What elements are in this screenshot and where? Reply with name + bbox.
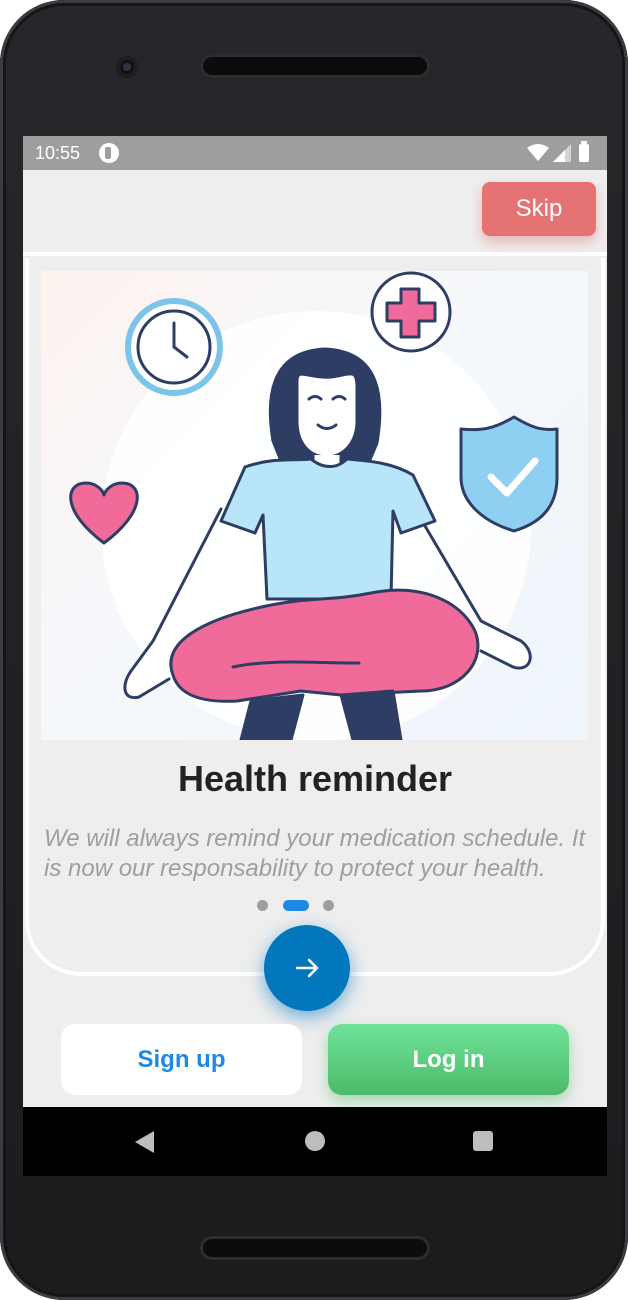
slide-description: We will always remind your medication sc…	[44, 825, 586, 882]
system-nav-bar	[23, 1107, 607, 1176]
status-bar: 10:55	[23, 136, 607, 170]
wifi-icon	[527, 144, 549, 161]
medical-cross-icon	[370, 271, 452, 353]
device-frame: 10:55 Skip Health reminder We will alway…	[0, 0, 628, 1300]
page-dot-3[interactable]	[323, 900, 334, 911]
app-screen: 10:55 Skip Health reminder We will alway…	[23, 136, 607, 1176]
clock-icon	[125, 298, 223, 396]
page-indicator	[257, 899, 337, 911]
battery-icon	[579, 141, 589, 162]
top-speaker	[200, 54, 430, 78]
page-dot-2-active[interactable]	[283, 900, 309, 911]
home-icon[interactable]	[305, 1131, 325, 1151]
onboarding-illustration	[41, 271, 588, 740]
page-dot-1[interactable]	[257, 900, 268, 911]
next-button[interactable]	[264, 925, 350, 1011]
front-camera	[116, 56, 138, 78]
app-notification-icon	[99, 143, 119, 163]
slide-title: Health reminder	[177, 758, 453, 799]
recents-icon[interactable]	[473, 1131, 493, 1151]
status-indicators	[527, 141, 597, 164]
skip-button[interactable]: Skip	[482, 182, 596, 236]
signal-icon	[553, 144, 571, 162]
bottom-speaker	[200, 1236, 430, 1260]
top-header: Skip	[23, 170, 607, 256]
log-in-button[interactable]: Log in	[328, 1024, 569, 1095]
meditating-person-illustration	[69, 271, 559, 740]
status-time: 10:55	[35, 143, 81, 163]
back-icon[interactable]	[135, 1131, 154, 1153]
sign-up-button[interactable]: Sign up	[61, 1024, 302, 1095]
arrow-right-icon	[295, 958, 319, 978]
